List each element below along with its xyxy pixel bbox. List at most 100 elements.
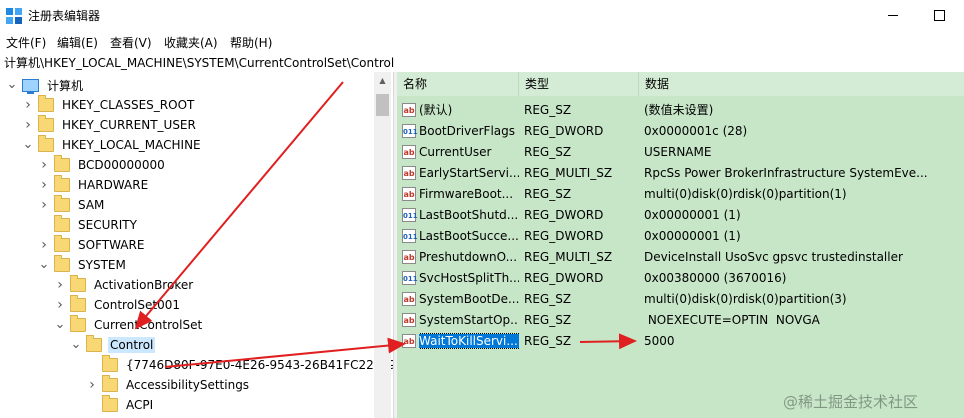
address-bar[interactable]: 计算机\HKEY_LOCAL_MACHINE\SYSTEM\CurrentCon… <box>0 52 964 73</box>
value-row[interactable]: ab SystemStartOp... REG_SZ NOEXECUTE=OPTIN… <box>397 310 964 331</box>
chevron-down-icon[interactable]: ⌄ <box>54 315 66 335</box>
column-type-header[interactable]: 类型 <box>519 72 639 96</box>
value-name-text[interactable]: PreshutdownO... <box>419 250 517 264</box>
value-name[interactable]: SvcHostSplitTh... <box>419 268 519 289</box>
value-name[interactable]: LastBootShutd... <box>419 205 519 226</box>
column-data-header[interactable]: 数据 <box>639 72 964 96</box>
chevron-right-icon[interactable]: › <box>86 375 98 395</box>
menu-favorites[interactable]: 收藏夹(A) <box>164 34 218 51</box>
value-row[interactable]: 011 LastBootShutd... REG_DWORD 0x00000001 (… <box>397 205 964 226</box>
tree-node-label[interactable]: CurrentControlSet <box>92 317 204 333</box>
tree-node[interactable]: › SAM <box>38 195 106 215</box>
chevron-right-icon[interactable]: › <box>22 95 34 115</box>
value-row[interactable]: ab PreshutdownO... REG_MULTI_SZ DeviceInsta… <box>397 247 964 268</box>
tree-node[interactable]: › HKEY_CLASSES_ROOT <box>22 95 196 115</box>
value-name-text[interactable]: CurrentUser <box>419 145 491 159</box>
tree-scrollbar[interactable]: ▲ <box>374 72 391 418</box>
tree-node[interactable]: › ActivationBroker <box>54 275 195 295</box>
chevron-right-icon[interactable]: › <box>38 175 50 195</box>
tree-node[interactable]: › SOFTWARE <box>38 235 146 255</box>
tree-node-label[interactable]: AccessibilitySettings <box>124 377 251 393</box>
value-name[interactable]: PreshutdownO... <box>419 247 519 268</box>
tree-node[interactable]: › HARDWARE <box>38 175 150 195</box>
values-list[interactable]: 名称 类型 数据 ab (默认) REG_SZ (数值未设置) 011 BootDrive… <box>397 72 964 418</box>
value-row[interactable]: ab SystemBootDe... REG_SZ multi(0)disk(0)rd… <box>397 289 964 310</box>
value-name[interactable]: SystemStartOp... <box>419 310 519 331</box>
tree-node[interactable]: SECURITY <box>38 215 139 235</box>
tree-node-label[interactable]: 计算机 <box>45 76 85 95</box>
value-name-text[interactable]: LastBootShutd... <box>419 208 518 222</box>
value-name[interactable]: LastBootSucce... <box>419 226 519 247</box>
maximize-button[interactable] <box>916 0 962 31</box>
value-row[interactable]: ab CurrentUser REG_SZ USERNAME <box>397 142 964 163</box>
value-name[interactable]: SystemBootDe... <box>419 289 519 310</box>
tree-node[interactable]: ⌄ 计算机 <box>6 75 85 95</box>
tree-node-label[interactable]: HARDWARE <box>76 177 150 193</box>
address-path[interactable]: 计算机\HKEY_LOCAL_MACHINE\SYSTEM\CurrentCon… <box>4 54 394 71</box>
chevron-down-icon[interactable]: ⌄ <box>6 75 18 95</box>
tree-node-label[interactable]: Control <box>108 337 156 353</box>
tree-node[interactable]: ⌄ CurrentControlSet <box>54 315 204 335</box>
value-row[interactable]: ab (默认) REG_SZ (数值未设置) <box>397 100 964 121</box>
chevron-right-icon[interactable]: › <box>38 235 50 255</box>
tree-node[interactable]: › HKEY_CURRENT_USER <box>22 115 198 135</box>
value-row[interactable]: ab EarlyStartServi... REG_MULTI_SZ RpcSs Po… <box>397 163 964 184</box>
chevron-right-icon[interactable]: › <box>54 275 66 295</box>
menu-file[interactable]: 文件(F) <box>6 34 46 51</box>
tree-node[interactable]: ⌄ Control <box>70 335 156 355</box>
tree-node[interactable]: ACPI <box>86 395 155 415</box>
value-row[interactable]: 011 SvcHostSplitTh... REG_DWORD 0x00380000 … <box>397 268 964 289</box>
tree-node-label[interactable]: ControlSet001 <box>92 297 182 313</box>
value-name-text[interactable]: BootDriverFlags <box>419 124 515 138</box>
registry-tree[interactable]: ⌄ 计算机 › HKEY_CLASSES_ROOT › HKEY_CURRENT_USER… <box>0 72 393 418</box>
menu-edit[interactable]: 编辑(E) <box>57 34 98 51</box>
chevron-right-icon[interactable]: › <box>38 155 50 175</box>
value-name[interactable]: (默认) <box>419 100 519 121</box>
value-name-text[interactable]: SystemStartOp... <box>419 313 519 327</box>
tree-node-label[interactable]: HKEY_CURRENT_USER <box>60 117 198 133</box>
tree-node[interactable]: › BCD00000000 <box>38 155 167 175</box>
value-name[interactable]: EarlyStartServi... <box>419 163 519 184</box>
scroll-up-icon[interactable]: ▲ <box>374 72 391 88</box>
tree-node[interactable]: › AccessibilitySettings <box>86 375 251 395</box>
tree-node-label[interactable]: BCD00000000 <box>76 157 167 173</box>
column-name-header[interactable]: 名称 <box>397 72 519 96</box>
chevron-right-icon[interactable]: › <box>22 115 34 135</box>
tree-node-label[interactable]: SOFTWARE <box>76 237 146 253</box>
scroll-thumb[interactable] <box>376 94 389 116</box>
chevron-down-icon[interactable]: ⌄ <box>70 335 82 355</box>
value-row[interactable]: 011 BootDriverFlags REG_DWORD 0x0000001c (2… <box>397 121 964 142</box>
tree-node-label[interactable]: SYSTEM <box>76 257 128 273</box>
tree-node-label[interactable]: ACPI <box>124 397 155 413</box>
value-name[interactable]: CurrentUser <box>419 142 519 163</box>
chevron-down-icon[interactable]: ⌄ <box>22 135 34 155</box>
value-name-text[interactable]: SystemBootDe... <box>419 292 519 306</box>
minimize-button[interactable] <box>870 0 916 31</box>
tree-node-label[interactable]: HKEY_CLASSES_ROOT <box>60 97 196 113</box>
tree-node[interactable]: ⌄ SYSTEM <box>38 255 128 275</box>
tree-node-label[interactable]: {7746D80F-97E0-4E26-9543-26B41FC22F79} <box>124 357 393 373</box>
tree-node-label[interactable]: SAM <box>76 197 106 213</box>
value-name-text[interactable]: EarlyStartServi... <box>419 166 519 180</box>
value-name-text[interactable]: FirmwareBoot... <box>419 187 513 201</box>
value-name[interactable]: BootDriverFlags <box>419 121 519 142</box>
value-row[interactable]: ab WaitToKillServi... REG_SZ 5000 <box>397 331 964 352</box>
chevron-right-icon[interactable]: › <box>38 195 50 215</box>
value-row[interactable]: 011 LastBootSucce... REG_DWORD 0x00000001 (… <box>397 226 964 247</box>
menu-view[interactable]: 查看(V) <box>110 34 152 51</box>
value-name-text[interactable]: SvcHostSplitTh... <box>419 271 519 285</box>
value-name-text[interactable]: LastBootSucce... <box>419 229 519 243</box>
chevron-down-icon[interactable]: ⌄ <box>38 255 50 275</box>
value-name-text[interactable]: (默认) <box>419 103 452 117</box>
value-row[interactable]: ab FirmwareBoot... REG_SZ multi(0)disk(0)rd… <box>397 184 964 205</box>
tree-node-label[interactable]: SECURITY <box>76 217 139 233</box>
value-name[interactable]: FirmwareBoot... <box>419 184 519 205</box>
chevron-right-icon[interactable]: › <box>54 295 66 315</box>
tree-node-label[interactable]: HKEY_LOCAL_MACHINE <box>60 137 203 153</box>
tree-node-label[interactable]: ActivationBroker <box>92 277 195 293</box>
tree-node[interactable]: › ControlSet001 <box>54 295 182 315</box>
menu-help[interactable]: 帮助(H) <box>230 34 272 51</box>
value-name-text[interactable]: WaitToKillServi... <box>419 333 519 349</box>
tree-node[interactable]: ⌄ HKEY_LOCAL_MACHINE <box>22 135 203 155</box>
tree-node[interactable]: {7746D80F-97E0-4E26-9543-26B41FC22F79} <box>86 355 393 375</box>
